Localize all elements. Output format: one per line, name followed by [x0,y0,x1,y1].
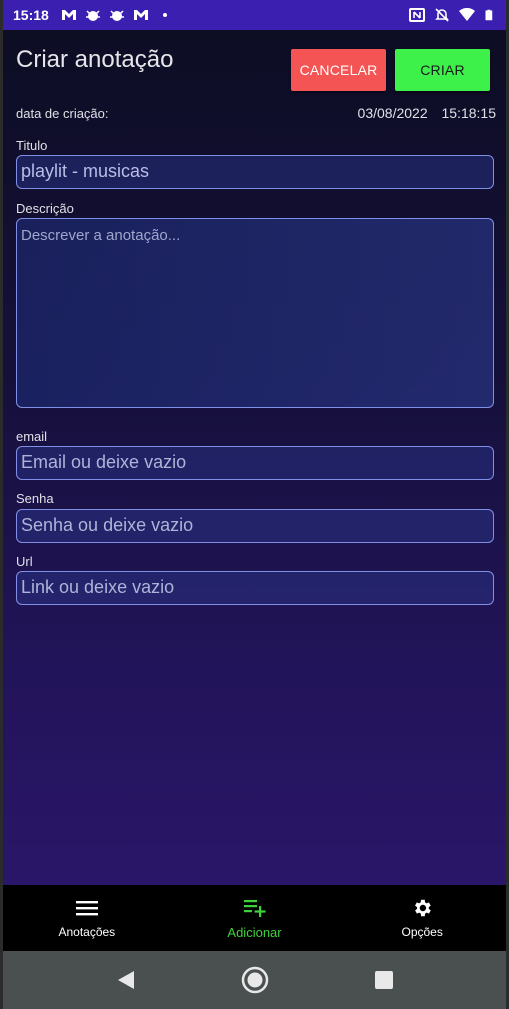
battery-icon [485,9,493,21]
creation-date-value: 03/08/2022 15:18:15 [357,105,496,121]
gmail-icon [133,10,148,20]
url-label: Url [16,554,33,569]
create-button[interactable]: CRIAR [395,49,490,91]
gear-icon [415,899,431,917]
home-icon[interactable] [241,966,269,994]
status-time: 15:18 [13,7,49,23]
page-title: Criar anotação [16,46,174,73]
url-input[interactable]: Link ou deixe vazio [16,571,494,605]
password-label: Senha [16,491,54,506]
creation-date-label: data de criação: [16,106,109,121]
title-label: Titulo [16,138,48,153]
description-input[interactable]: Descrever a anotação... [16,218,494,408]
system-navigation-bar [3,951,506,1009]
bug-icon [109,10,124,21]
nfc-icon [409,8,425,22]
back-icon[interactable] [116,969,136,991]
nav-item-opcoes[interactable]: Opções [338,885,506,951]
wifi-icon [459,8,475,21]
nav-item-adicionar[interactable]: Adicionar [171,885,339,951]
dot-icon [162,13,167,17]
nav-label-opcoes: Opções [401,925,443,939]
password-input[interactable]: Senha ou deixe vazio [16,509,494,543]
nav-label-anotacoes: Anotações [58,925,116,939]
mute-icon [435,8,449,22]
bug-icon [85,10,100,21]
recents-icon[interactable] [375,971,394,989]
status-bar: 15:18 [3,0,506,30]
email-label: email [16,429,48,444]
playlist-add-icon [243,899,266,917]
status-right-icons [409,8,496,22]
description-label: Descrição [16,201,74,216]
menu-icon [75,901,98,916]
gmail-icon [61,10,76,20]
email-input[interactable]: Email ou deixe vazio [16,446,494,480]
title-input[interactable]: playlit - musicas [16,155,494,189]
create-note-form: Criar anotação CANCELAR CRIAR data de cr… [3,30,506,885]
nav-label-adicionar: Adicionar [227,924,282,940]
notification-icons [61,8,173,22]
bottom-navigation: Anotações Adicionar Opções [3,885,506,951]
app-screen: 15:18 Criar anotação CANCELAR CRIAR data… [0,0,509,1009]
cancel-button[interactable]: CANCELAR [291,49,386,91]
nav-item-anotacoes[interactable]: Anotações [3,885,171,951]
